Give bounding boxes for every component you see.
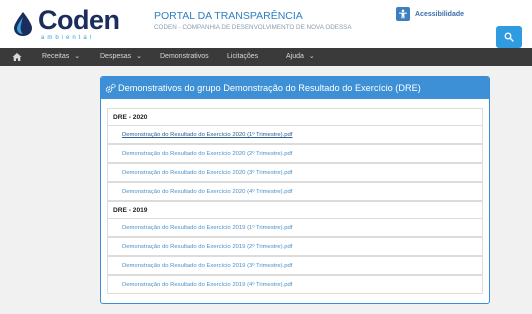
panel-title: Demonstrativos do grupo Demonstração do … bbox=[118, 83, 421, 93]
nav-item-receitas[interactable]: Receitas ⌄ bbox=[42, 48, 80, 66]
nav-item-label: Receitas bbox=[42, 53, 70, 60]
search-icon bbox=[504, 32, 514, 42]
accessibility-label: Acessibilidade bbox=[415, 10, 465, 18]
main-nav: Receitas ⌄ Despesas ⌄ Demonstrativos Lic… bbox=[0, 48, 532, 66]
gears-icon bbox=[105, 83, 116, 93]
chevron-down-icon: ⌄ bbox=[136, 53, 142, 60]
logo-wordmark: Coden bbox=[38, 5, 120, 35]
site-header: Coden ambiental PORTAL DA TRANSPARÊNCIA … bbox=[0, 0, 532, 48]
file-link-dre-2019-q1[interactable]: Demonstração do Resultado do Exercício 2… bbox=[107, 218, 483, 237]
file-link-dre-2020-q1[interactable]: Demonstração do Resultado do Exercício 2… bbox=[107, 125, 483, 144]
file-link-dre-2020-q3[interactable]: Demonstração do Resultado do Exercício 2… bbox=[107, 163, 483, 182]
group-header-dre-2019: DRE - 2019 bbox=[107, 201, 483, 218]
nav-item-label: Despesas bbox=[100, 53, 132, 60]
file-link-dre-2019-q3[interactable]: Demonstração do Resultado do Exercício 2… bbox=[107, 256, 483, 275]
nav-item-label: Ajuda bbox=[286, 53, 304, 60]
search-button[interactable] bbox=[496, 26, 522, 48]
file-link-dre-2019-q2[interactable]: Demonstração do Resultado do Exercício 2… bbox=[107, 237, 483, 256]
nav-item-despesas[interactable]: Despesas ⌄ bbox=[100, 48, 142, 66]
water-drop-icon bbox=[14, 12, 32, 36]
file-link-dre-2020-q4[interactable]: Demonstração do Resultado do Exercício 2… bbox=[107, 182, 483, 201]
page-content: Demonstrativos do grupo Demonstração do … bbox=[0, 66, 532, 314]
group-header-dre-2020: DRE - 2020 bbox=[107, 108, 483, 125]
portal-subtitle: CODEN - COMPANHIA DE DESENVOLVIMENTO DE … bbox=[154, 24, 352, 31]
nav-item-demonstrativos[interactable]: Demonstrativos bbox=[160, 48, 209, 66]
nav-item-label: Demonstrativos bbox=[160, 53, 209, 60]
nav-item-label: Licitações bbox=[227, 53, 259, 60]
file-link-dre-2020-q2[interactable]: Demonstração do Resultado do Exercício 2… bbox=[107, 144, 483, 163]
accessibility-icon bbox=[396, 7, 410, 21]
portal-title: PORTAL DA TRANSPARÊNCIA bbox=[154, 10, 303, 22]
dre-panel: Demonstrativos do grupo Demonstração do … bbox=[100, 76, 490, 304]
nav-item-ajuda[interactable]: Ajuda ⌄ bbox=[286, 48, 315, 66]
coden-logo[interactable]: Coden ambiental bbox=[8, 2, 132, 41]
chevron-down-icon: ⌄ bbox=[74, 53, 81, 60]
logo-tagline: ambiental bbox=[41, 35, 95, 41]
panel-header: Demonstrativos do grupo Demonstração do … bbox=[101, 77, 489, 99]
accessibility-link[interactable]: Acessibilidade bbox=[396, 6, 464, 22]
home-icon[interactable] bbox=[12, 52, 22, 62]
chevron-down-icon: ⌄ bbox=[308, 53, 315, 60]
nav-item-licitacoes[interactable]: Licitações bbox=[227, 48, 258, 66]
file-link-dre-2019-q4[interactable]: Demonstração do Resultado do Exercício 2… bbox=[107, 275, 483, 294]
